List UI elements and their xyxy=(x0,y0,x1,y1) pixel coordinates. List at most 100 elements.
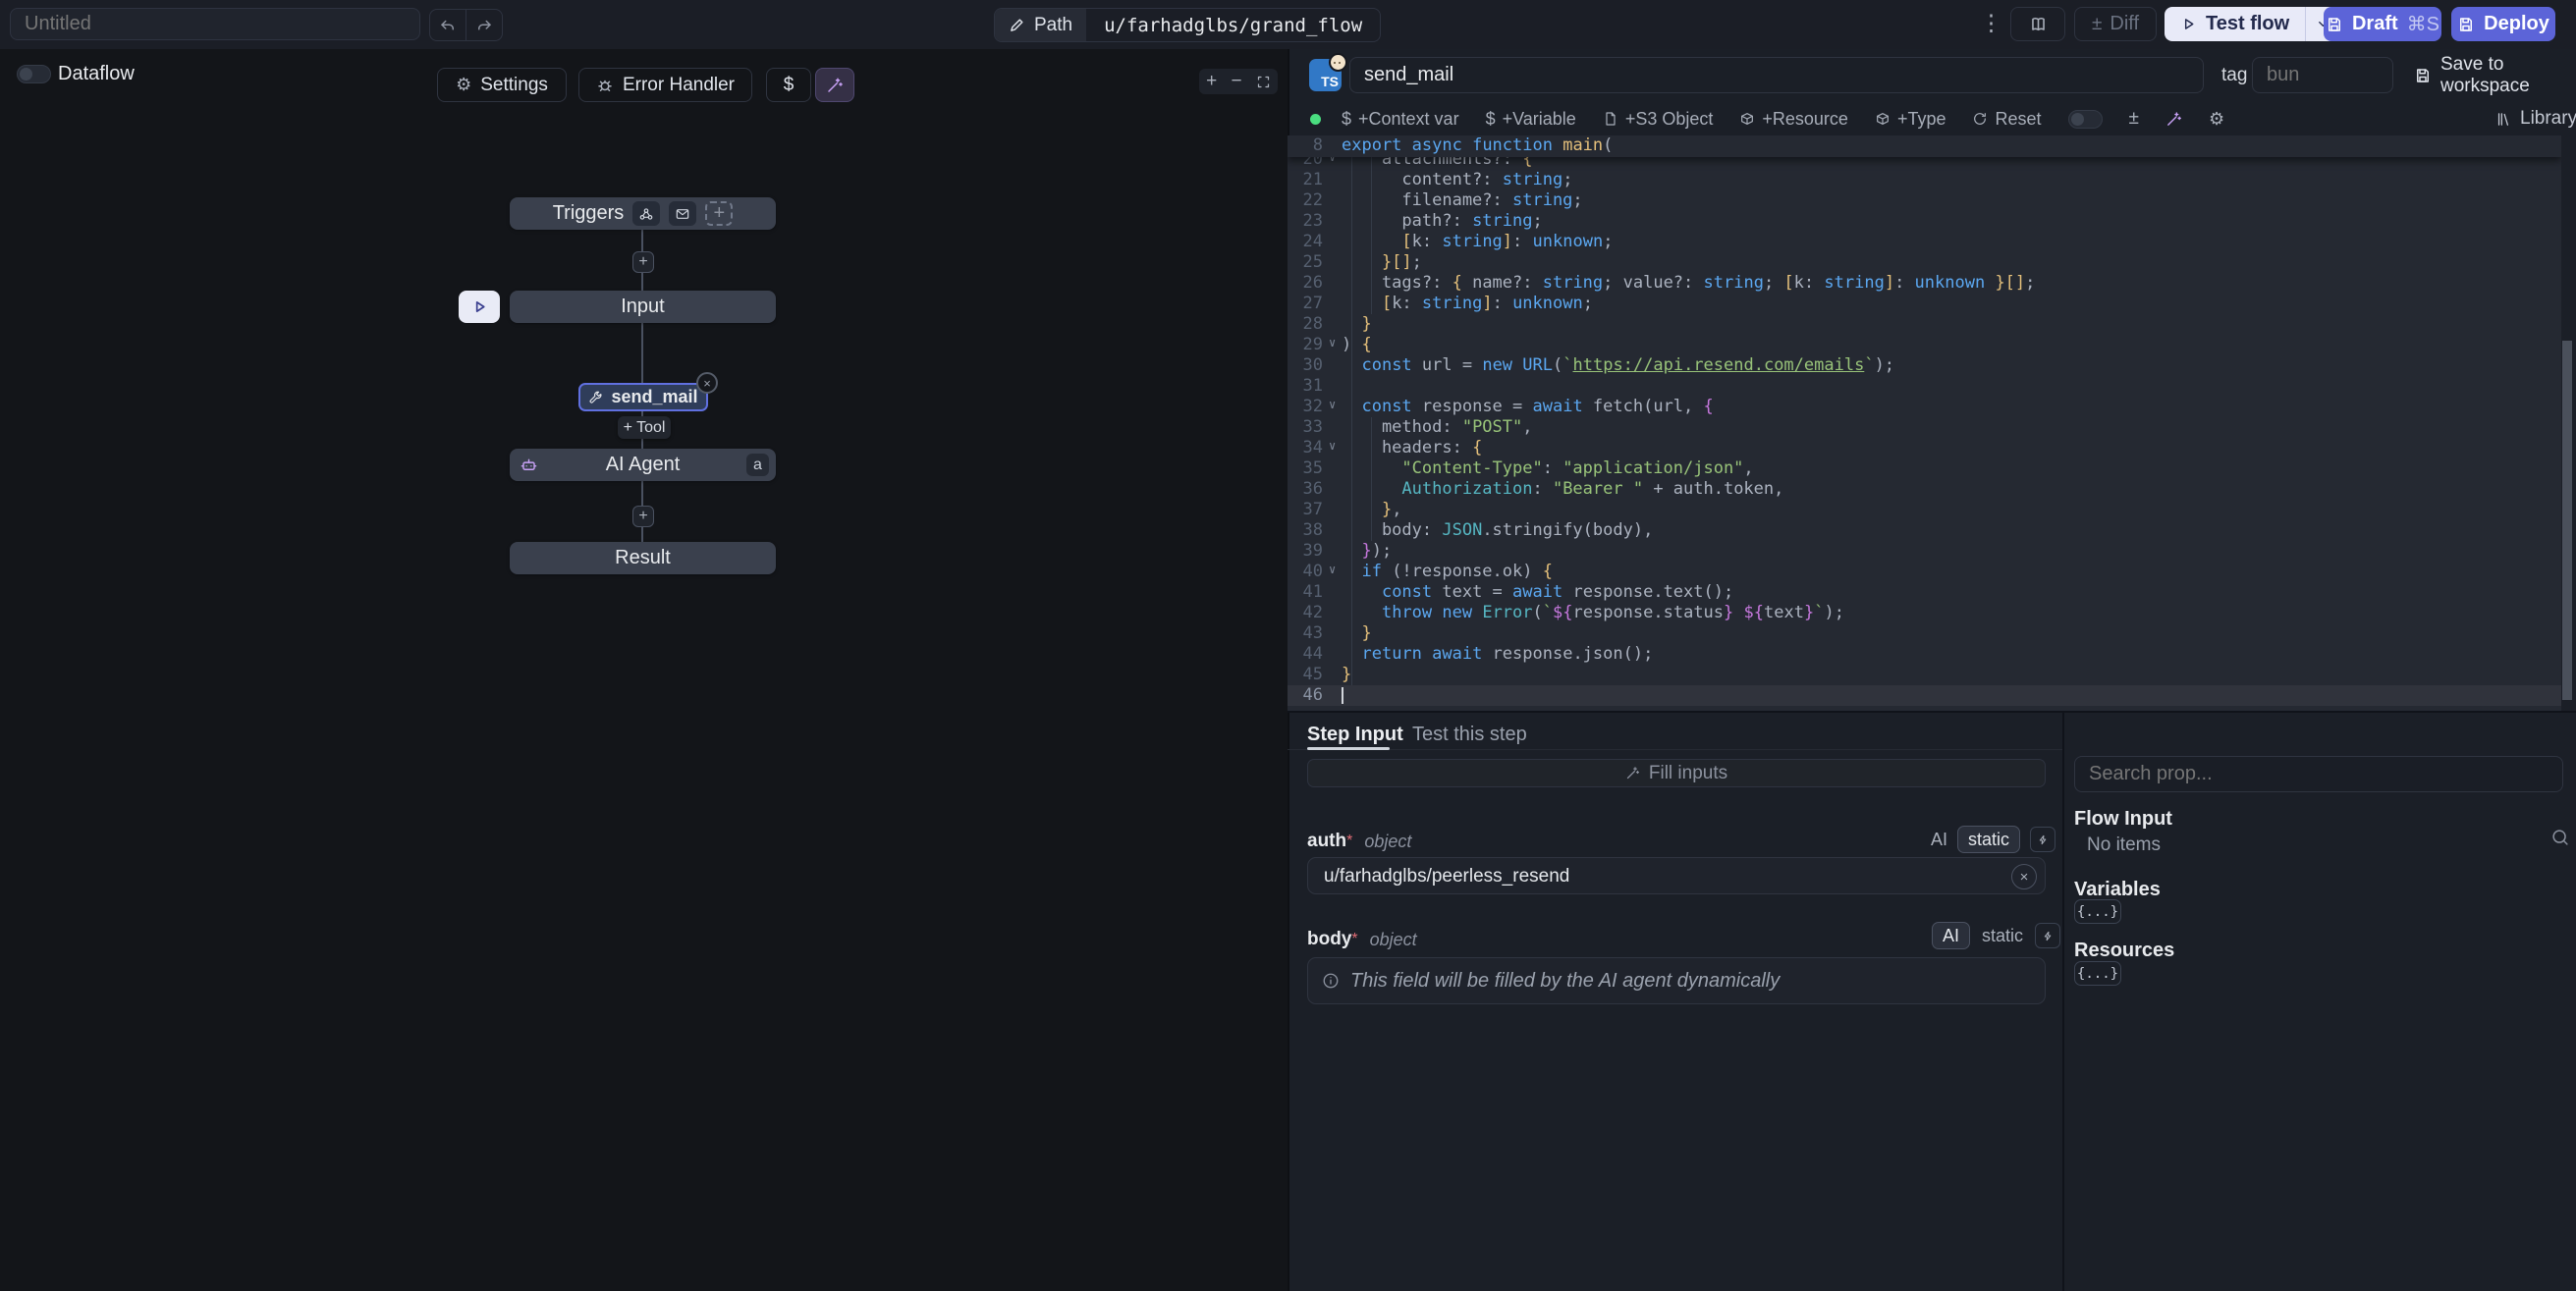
zoom-in-icon[interactable]: + xyxy=(1206,71,1217,92)
fold-chevron-icon[interactable]: ∨ xyxy=(1329,560,1336,580)
add-resource-button[interactable]: +Resource xyxy=(1739,109,1848,130)
result-label: Result xyxy=(615,547,671,569)
save-to-workspace-button[interactable]: Save to workspace xyxy=(2414,61,2576,90)
code-line-28[interactable]: 28 } xyxy=(1288,314,2561,335)
code-line-45[interactable]: 45} xyxy=(1288,665,2561,685)
dataflow-toggle[interactable] xyxy=(17,65,51,83)
body-expression-button[interactable] xyxy=(2035,923,2060,948)
clear-auth-button[interactable]: × xyxy=(2011,864,2037,889)
auth-value-input[interactable] xyxy=(1322,858,1994,895)
code-line-39[interactable]: 39 }); xyxy=(1288,541,2561,562)
code-line-41[interactable]: 41 const text = await response.text(); xyxy=(1288,582,2561,603)
add-s3-object-button[interactable]: +S3 Object xyxy=(1603,109,1714,130)
fill-inputs-button[interactable]: Fill inputs xyxy=(1307,759,2046,787)
settings-button[interactable]: ⚙ Settings xyxy=(437,68,567,102)
remove-tool-button[interactable]: × xyxy=(696,372,718,394)
undo-button[interactable] xyxy=(429,9,466,41)
code-line-38[interactable]: 38 body: JSON.stringify(body), xyxy=(1288,520,2561,541)
add-tool-button[interactable]: + Tool xyxy=(618,416,671,439)
error-handler-label: Error Handler xyxy=(623,75,735,96)
library-button[interactable]: Library xyxy=(2495,108,2576,130)
code-line-23[interactable]: 23 path?: string; xyxy=(1288,211,2561,232)
auth-expression-button[interactable] xyxy=(2030,827,2055,852)
code-line-35[interactable]: 35 "Content-Type": "application/json", xyxy=(1288,458,2561,479)
diff-button[interactable]: ± Diff xyxy=(2074,7,2157,41)
variables-object-chip[interactable]: {...} xyxy=(2074,899,2121,924)
code-line-27[interactable]: 27 [k: string]: unknown; xyxy=(1288,294,2561,314)
panel-divider[interactable] xyxy=(2062,712,2064,1291)
zoom-out-icon[interactable]: − xyxy=(1231,71,1241,92)
code-line-30[interactable]: 30 const url = new URL(`https://api.rese… xyxy=(1288,355,2561,376)
code-line-29[interactable]: 29∨) { xyxy=(1288,335,2561,355)
code-line-22[interactable]: 22 filename?: string; xyxy=(1288,190,2561,211)
wand-icon[interactable] xyxy=(2165,111,2182,128)
flow-canvas[interactable]: Dataflow ⚙ Settings Error Handler $ + − … xyxy=(0,49,1288,1291)
gear-icon: ⚙ xyxy=(456,75,471,95)
insert-step-button-top[interactable]: + xyxy=(632,251,654,273)
code-line-37[interactable]: 37 }, xyxy=(1288,500,2561,520)
plus-minus-icon[interactable]: ± xyxy=(2129,108,2139,130)
gear-icon[interactable]: ⚙ xyxy=(2209,109,2224,130)
error-handler-button[interactable]: Error Handler xyxy=(578,68,752,102)
code-line-32[interactable]: 32∨ const response = await fetch(url, { xyxy=(1288,397,2561,417)
code-line-36[interactable]: 36 Authorization: "Bearer " + auth.token… xyxy=(1288,479,2561,500)
code-line-44[interactable]: 44 return await response.json(); xyxy=(1288,644,2561,665)
node-triggers[interactable]: Triggers + xyxy=(510,197,776,230)
resources-object-chip[interactable]: {...} xyxy=(2074,961,2121,986)
node-send-mail[interactable]: send_mail xyxy=(578,383,708,411)
fit-view-icon[interactable] xyxy=(1256,75,1271,89)
redo-button[interactable] xyxy=(466,9,503,41)
add-type-button[interactable]: +Type xyxy=(1875,109,1946,130)
code-line-34[interactable]: 34∨ headers: { xyxy=(1288,438,2561,458)
insert-step-button-bottom[interactable]: + xyxy=(632,506,654,527)
code-line-43[interactable]: 43 } xyxy=(1288,623,2561,644)
fold-chevron-icon[interactable]: ∨ xyxy=(1329,395,1336,415)
deploy-button[interactable]: Deploy xyxy=(2451,7,2555,41)
tab-test-this-step[interactable]: Test this step xyxy=(1412,724,1527,746)
editor-scrollbar[interactable] xyxy=(2562,341,2572,700)
step-name-input[interactable] xyxy=(1349,57,2204,93)
ai-assistant-button[interactable] xyxy=(815,68,854,102)
auth-mode-static-button[interactable]: static xyxy=(1957,826,2020,853)
code-line-33[interactable]: 33 method: "POST", xyxy=(1288,417,2561,438)
code-line-24[interactable]: 24 [k: string]: unknown; xyxy=(1288,232,2561,252)
body-mode-static-button[interactable]: static xyxy=(1982,926,2023,946)
code-line-25[interactable]: 25 }[]; xyxy=(1288,252,2561,273)
code-line-21[interactable]: 21 content?: string; xyxy=(1288,170,2561,190)
email-trigger-icon[interactable] xyxy=(669,201,696,226)
add-context-var-button[interactable]: $+Context var xyxy=(1342,109,1459,130)
search-prop-input[interactable] xyxy=(2074,756,2563,792)
node-result[interactable]: Result xyxy=(510,542,776,574)
flow-title-input[interactable] xyxy=(10,8,420,40)
auth-value-field[interactable]: × xyxy=(1307,857,2046,894)
add-variable-button[interactable]: $+Variable xyxy=(1486,109,1576,130)
tab-step-input[interactable]: Step Input xyxy=(1307,724,1403,746)
node-ai-agent[interactable]: AI Agent a xyxy=(510,449,776,481)
code-line-42[interactable]: 42 throw new Error(`${response.status} $… xyxy=(1288,603,2561,623)
code-line-8[interactable]: 8export async function main( xyxy=(1288,135,2561,157)
reset-code-button[interactable]: Reset xyxy=(1972,109,2041,130)
flow-input-section-title: Flow Input xyxy=(2074,808,2172,831)
code-line-46[interactable]: 46 xyxy=(1288,685,2561,706)
code-line-31[interactable]: 31 xyxy=(1288,376,2561,397)
test-flow-button[interactable]: Test flow xyxy=(2165,7,2305,41)
fold-chevron-icon[interactable]: ∨ xyxy=(1329,333,1336,353)
run-input-button[interactable] xyxy=(459,291,500,323)
more-menu-button[interactable]: ⋮ xyxy=(1980,10,2002,36)
fold-chevron-icon[interactable]: ∨ xyxy=(1329,436,1336,457)
add-trigger-button[interactable]: + xyxy=(705,201,733,226)
flow-path-control[interactable]: Path u/farhadglbs/grand_flow xyxy=(994,8,1381,42)
editor-toggle[interactable] xyxy=(2068,110,2103,129)
body-mode-ai-button[interactable]: AI xyxy=(1932,922,1970,949)
docs-button[interactable] xyxy=(2010,7,2065,41)
code-line-26[interactable]: 26 tags?: { name?: string; value?: strin… xyxy=(1288,273,2561,294)
code-editor[interactable]: 20∨ attachments?: {21 content?: string;2… xyxy=(1288,135,2561,712)
auth-mode-ai-button[interactable]: AI xyxy=(1931,830,1947,850)
draft-button[interactable]: Draft ⌘S xyxy=(2324,7,2441,41)
search-icon[interactable] xyxy=(2549,827,2571,848)
code-line-40[interactable]: 40∨ if (!response.ok) { xyxy=(1288,562,2561,582)
tag-input[interactable] xyxy=(2252,57,2393,93)
variable-picker-button[interactable]: $ xyxy=(766,68,811,102)
node-input[interactable]: Input xyxy=(510,291,776,323)
webhook-trigger-icon[interactable] xyxy=(632,201,660,226)
